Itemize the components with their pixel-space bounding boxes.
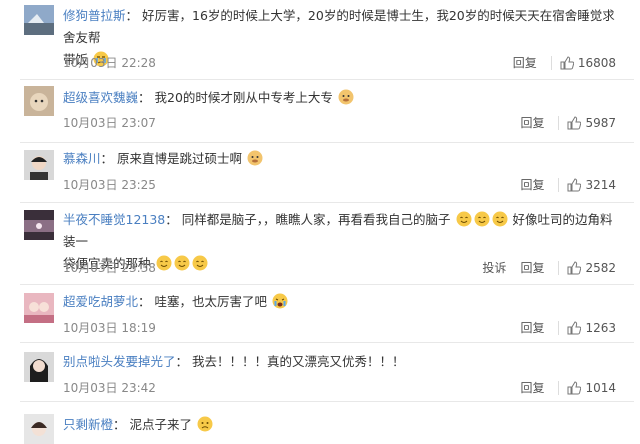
comment-item: 半夜不睡觉12138： 同样都是脑子，，瞧瞧人家，再看看我自己的脑子 好像吐司的… [0,203,640,285]
comment-text: 原来直博是跳过硕士啊 [117,151,243,166]
thumb-up-icon [567,177,582,191]
like-button[interactable]: 1014 [558,380,616,395]
sad-emoji-icon [197,416,213,432]
username[interactable]: 只剩新橙 [63,417,113,432]
like-count: 3214 [585,177,616,192]
comment-item: 只剩新橙： 泥点子来了 [0,402,640,444]
smile-emoji-icon [456,211,472,227]
username[interactable]: 半夜不睡觉12138 [63,212,165,227]
comment-text: 好厉害，16岁的时候上大学，20岁的时候是博士生，我20岁的时候天天在宿舍睡觉求… [63,8,615,45]
like-count: 1263 [585,320,616,335]
smile-emoji-icon [192,255,208,271]
smile-emoji-icon [474,211,490,227]
reply-button[interactable]: 回复 [520,114,544,131]
smile-emoji-icon [174,255,190,271]
comment-item: 修狗普拉斯： 好厉害，16岁的时候上大学，20岁的时候是博士生，我20岁的时候天… [0,0,640,80]
thumb-up-icon [567,380,582,394]
like-count: 2582 [585,260,616,275]
avatar[interactable] [24,352,54,382]
like-button[interactable]: 1263 [558,320,616,335]
thumb-up-icon [567,320,582,334]
username[interactable]: 慕森川 [63,151,101,166]
reply-button[interactable]: 回复 [520,379,544,396]
report-button[interactable]: 投诉 [482,259,506,276]
avatar[interactable] [24,150,54,180]
reply-button[interactable]: 回复 [520,319,544,336]
comment-time: 10月03日 23:38 [63,261,156,275]
avatar[interactable] [24,5,54,35]
username[interactable]: 超爱吃胡萝北 [63,294,138,309]
reply-button[interactable]: 回复 [513,54,537,71]
thumb-up-icon [567,115,582,129]
like-button[interactable]: 3214 [558,177,616,192]
avatar[interactable] [24,293,54,323]
comment-time: 10月03日 23:42 [63,381,156,395]
comment-time: 10月03日 23:25 [63,178,156,192]
thumb-up-icon [560,55,574,69]
avatar[interactable] [24,414,54,444]
reply-button[interactable]: 回复 [520,259,544,276]
username[interactable]: 修狗普拉斯 [63,8,126,23]
comment-time: 10月03日 23:07 [63,116,156,130]
thumb-up-icon [567,260,582,274]
like-count: 5987 [585,115,616,130]
smile-emoji-icon [156,255,172,271]
comment-text: 我20的时候才刚从中专考上大专 [154,90,333,105]
like-button[interactable]: 5987 [558,115,616,130]
comment-list: 修狗普拉斯： 好厉害，16岁的时候上大学，20岁的时候是博士生，我20岁的时候天… [0,0,640,444]
comment-text: 泥点子来了 [129,417,193,432]
avatar[interactable] [24,86,54,116]
comment-time: 10月03日 22:28 [63,56,156,70]
comment-text: 哇塞，也太厉害了吧 [154,294,268,309]
username[interactable]: 别点啦头发要掉光了 [63,354,176,369]
like-button[interactable]: 2582 [558,260,616,275]
like-count: 16808 [577,55,616,70]
like-count: 1014 [585,380,616,395]
doge-emoji-icon [247,150,263,166]
comment-item: 超爱吃胡萝北： 哇塞，也太厉害了吧 10月03日 18:19 回复 1263 [0,285,640,343]
smile-emoji-icon [492,211,508,227]
comment-text: 我去！！！！真的又漂亮又优秀！！！ [192,354,405,369]
comment-item: 别点啦头发要掉光了： 我去！！！！真的又漂亮又优秀！！！ 10月03日 23:4… [0,343,640,402]
like-button[interactable]: 16808 [550,55,616,70]
avatar[interactable] [24,210,54,240]
comment-item: 慕森川： 原来直博是跳过硕士啊 10月03日 23:25 回复 3214 [0,143,640,203]
doge-emoji-icon [338,89,354,105]
username[interactable]: 超级喜欢魏巍 [63,90,138,105]
comment-item: 超级喜欢魏巍： 我20的时候才刚从中专考上大专 10月03日 23:07 回复 … [0,80,640,143]
comment-text: 同样都是脑子，，瞧瞧人家，再看看我自己的脑子 [181,212,451,227]
comment-time: 10月03日 18:19 [63,321,156,335]
reply-button[interactable]: 回复 [520,176,544,193]
tears-emoji-icon [272,293,288,309]
